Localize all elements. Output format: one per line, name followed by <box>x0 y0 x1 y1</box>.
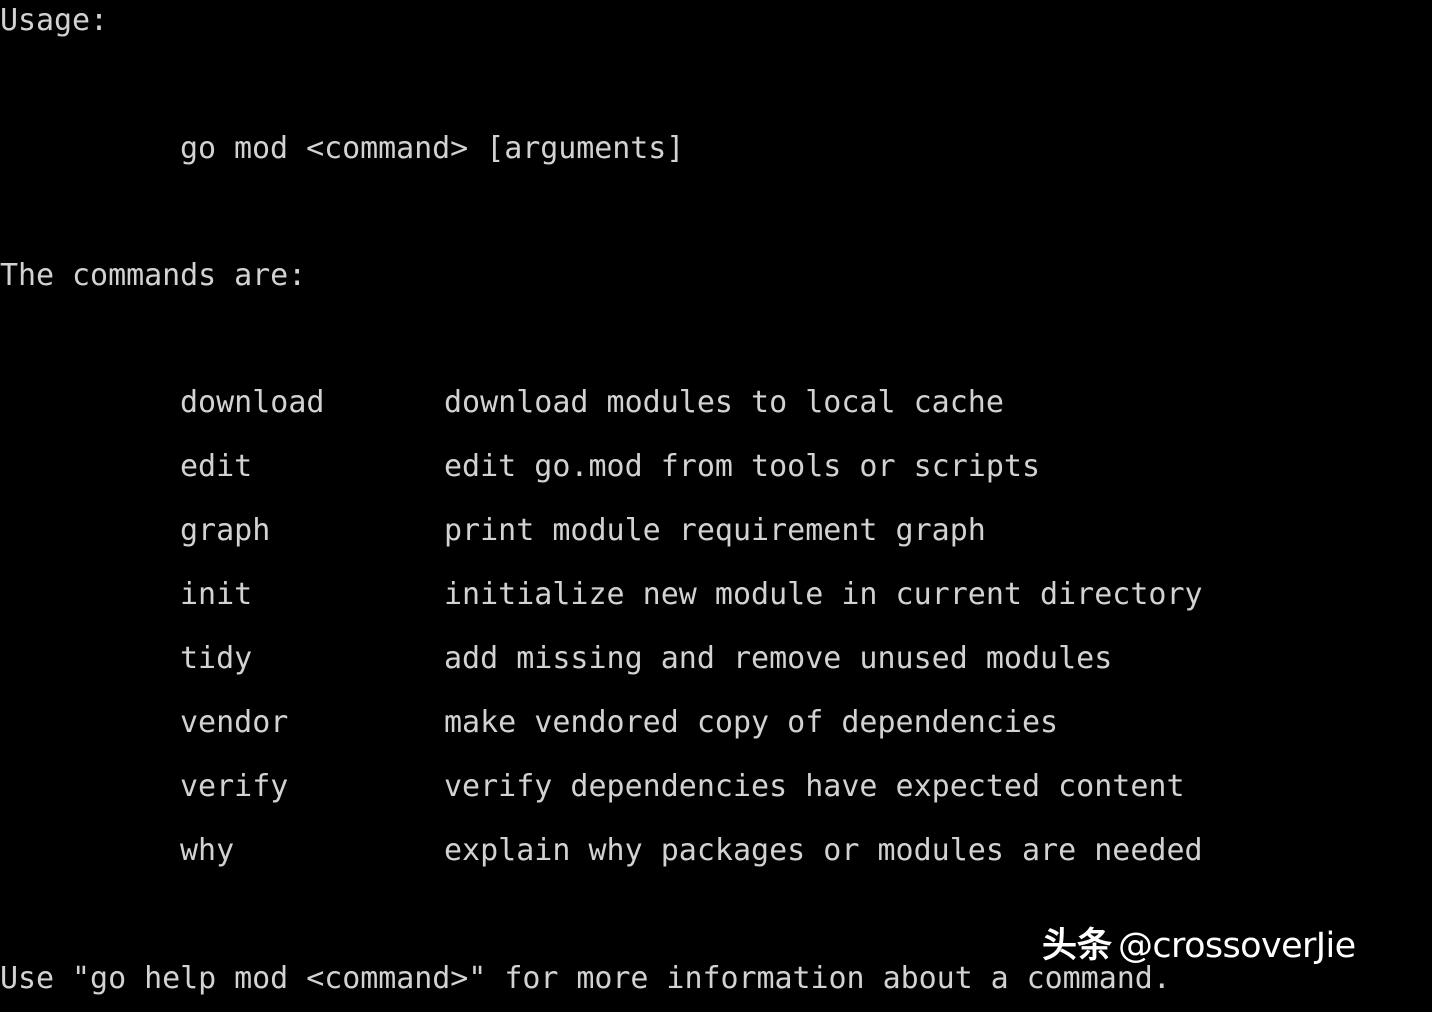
usage-synopsis: go mod <command> [arguments] <box>180 131 685 166</box>
command-description: add missing and remove unused modules <box>444 641 1113 676</box>
command-name: why <box>180 833 235 868</box>
command-name: verify <box>180 769 289 804</box>
command-description: download modules to local cache <box>444 385 1004 420</box>
terminal-output: Usage: go mod <command> [arguments] The … <box>0 0 1432 1012</box>
command-description: initialize new module in current directo… <box>444 577 1203 612</box>
command-name: vendor <box>180 705 289 740</box>
command-row: why explain why packages or modules are … <box>0 834 1432 970</box>
command-name: init <box>180 577 253 612</box>
command-description: explain why packages or modules are need… <box>444 833 1203 868</box>
command-description: verify dependencies have expected conten… <box>444 769 1185 804</box>
command-name: graph <box>180 513 271 548</box>
command-description: print module requirement graph <box>444 513 986 548</box>
command-name: download <box>180 385 325 420</box>
command-description: make vendored copy of dependencies <box>444 705 1059 740</box>
command-name: edit <box>180 449 253 484</box>
commands-heading: The commands are: <box>0 258 307 293</box>
command-name: tidy <box>180 641 253 676</box>
footer-help-hint: Use "go help mod <command>" for more inf… <box>0 961 1171 996</box>
usage-label: Usage: <box>0 3 109 38</box>
command-description: edit go.mod from tools or scripts <box>444 449 1041 484</box>
